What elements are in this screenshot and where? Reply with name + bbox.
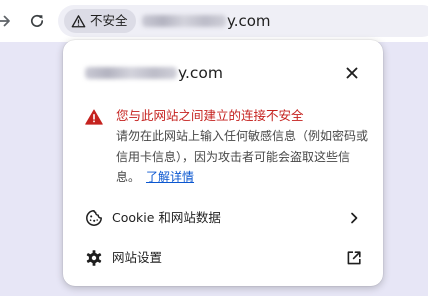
cookie-row-label: Cookie 和网站数据 xyxy=(112,210,221,225)
url-suffix: y.com xyxy=(227,12,271,30)
site-info-popup: y.com 您与此网站之间建立的连接不安全 请勿在此网站上输入任何敏感信息（例如… xyxy=(63,40,383,286)
warning-triangle-filled-icon xyxy=(85,109,103,125)
open-external-icon xyxy=(347,251,361,265)
arrow-right-icon[interactable] xyxy=(0,12,13,30)
security-chip[interactable]: 不安全 xyxy=(64,9,136,33)
gear-icon xyxy=(86,250,102,266)
connection-warning-title: 您与此网站之间建立的连接不安全 xyxy=(116,108,304,123)
address-bar[interactable]: 不安全 y.com xyxy=(58,5,428,37)
cookie-icon xyxy=(86,210,102,226)
chevron-right-icon xyxy=(351,212,358,224)
redacted-domain xyxy=(85,67,177,79)
warning-triangle-icon xyxy=(71,14,86,27)
security-chip-label: 不安全 xyxy=(90,13,128,28)
popup-site-domain: y.com xyxy=(85,62,223,84)
url-text[interactable]: y.com xyxy=(142,5,271,37)
site-settings-label: 网站设置 xyxy=(112,250,163,265)
popup-domain-suffix: y.com xyxy=(178,64,223,82)
browser-toolbar: 不安全 y.com xyxy=(0,0,428,42)
close-icon[interactable] xyxy=(343,64,361,82)
site-settings-row[interactable]: 网站设置 xyxy=(63,238,383,278)
learn-more-link[interactable]: 了解详情 xyxy=(146,170,194,184)
cookie-site-data-row[interactable]: Cookie 和网站数据 xyxy=(63,198,383,238)
connection-warning-description: 请勿在此网站上输入任何敏感信息（例如密码或信用卡信息），因为攻击者可能会盗取这些… xyxy=(116,126,368,188)
redacted-domain xyxy=(142,15,226,27)
reload-icon[interactable] xyxy=(28,12,46,30)
